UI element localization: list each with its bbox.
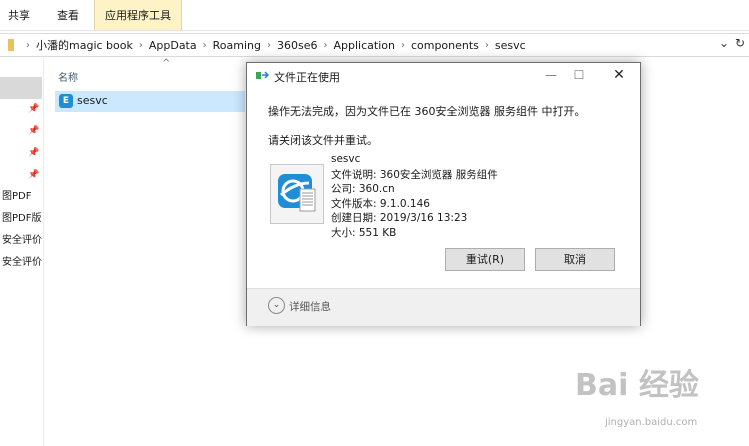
crumb-roaming[interactable]: Roaming bbox=[213, 39, 261, 52]
crumb-appdata[interactable]: AppData bbox=[149, 39, 197, 52]
file-company: 公司: 360.cn bbox=[331, 183, 395, 195]
file-preview-icon bbox=[270, 164, 324, 224]
retry-button[interactable]: 重试(R) bbox=[445, 248, 525, 271]
watermark-url: jingyan.baidu.com bbox=[605, 417, 698, 428]
file-in-use-dialog: 文件正在使用 — ☐ ✕ 操作无法完成，因为文件已在 360安全浏览器 服务组件… bbox=[246, 62, 641, 326]
column-header-name[interactable]: 名称 bbox=[58, 69, 78, 84]
app-file-icon: E bbox=[59, 94, 73, 108]
more-info-link[interactable]: 详细信息 bbox=[289, 299, 331, 314]
dialog-footer: ⌄ 详细信息 bbox=[247, 288, 640, 326]
ribbon-tabs: 共享 查看 应用程序工具 bbox=[0, 0, 749, 31]
file-description: 文件说明: 360安全浏览器 服务组件 bbox=[331, 169, 498, 181]
sort-caret-icon: ^ bbox=[162, 58, 171, 69]
nav-item[interactable]: 图PDF版 bbox=[2, 209, 43, 224]
close-button[interactable]: ✕ bbox=[607, 65, 631, 85]
360-browser-icon bbox=[278, 174, 316, 212]
folder-icon bbox=[8, 39, 14, 51]
nav-item[interactable]: 安全评价 bbox=[2, 253, 43, 268]
tab-share[interactable]: 共享 bbox=[0, 0, 38, 30]
nav-item[interactable]: 安全评价 bbox=[2, 231, 43, 246]
maximize-button[interactable]: ☐ bbox=[567, 65, 591, 85]
tab-app-tools[interactable]: 应用程序工具 bbox=[94, 0, 182, 30]
dialog-title: 文件正在使用 bbox=[274, 71, 340, 84]
chevron-right-icon: › bbox=[202, 39, 207, 51]
pin-icon: 📌 bbox=[28, 126, 40, 136]
tab-view[interactable]: 查看 bbox=[48, 0, 88, 30]
chevron-right-icon: › bbox=[138, 39, 143, 51]
crumb-sesvc[interactable]: sesvc bbox=[495, 39, 526, 52]
pin-icon: 📌 bbox=[28, 148, 40, 158]
crumb-application[interactable]: Application bbox=[333, 39, 394, 52]
nav-item[interactable]: 图PDF bbox=[2, 187, 43, 202]
chevron-right-icon: › bbox=[26, 39, 30, 51]
file-name-label: sesvc bbox=[331, 153, 361, 165]
chevron-down-icon[interactable]: ⌄ bbox=[719, 36, 729, 50]
navigation-pane: 📌 📌 📌 📌 图PDF 图PDF版 安全评价 安全评价 bbox=[0, 58, 44, 446]
refresh-icon[interactable]: ↻ bbox=[735, 36, 745, 50]
pin-icon: 📌 bbox=[28, 104, 40, 114]
address-bar[interactable]: › 小潘的magic book › AppData › Roaming › 36… bbox=[0, 33, 749, 57]
crumb-user[interactable]: 小潘的magic book bbox=[36, 37, 133, 53]
minimize-button[interactable]: — bbox=[539, 65, 563, 85]
file-row[interactable]: E sesvc bbox=[55, 91, 245, 112]
baidu-watermark-logo: Bai 经验 bbox=[575, 368, 699, 403]
file-created: 创建日期: 2019/3/16 13:23 bbox=[331, 212, 468, 224]
chevron-right-icon: › bbox=[323, 39, 328, 51]
cancel-button[interactable]: 取消 bbox=[535, 248, 615, 271]
file-version: 文件版本: 9.1.0.146 bbox=[331, 198, 430, 210]
pin-icon: 📌 bbox=[28, 170, 40, 180]
dialog-instruction: 请关闭该文件并重试。 bbox=[268, 134, 378, 147]
chevron-right-icon: › bbox=[400, 39, 405, 51]
chevron-right-icon: › bbox=[266, 39, 271, 51]
file-transfer-icon bbox=[256, 71, 269, 79]
dialog-message: 操作无法完成，因为文件已在 360安全浏览器 服务组件 中打开。 bbox=[268, 105, 586, 118]
chevron-down-icon[interactable]: ⌄ bbox=[268, 297, 285, 314]
chevron-right-icon: › bbox=[484, 39, 489, 51]
crumb-360se6[interactable]: 360se6 bbox=[277, 39, 318, 52]
nav-selected-item[interactable] bbox=[0, 77, 42, 99]
file-name: sesvc bbox=[77, 94, 108, 107]
breadcrumb: › 小潘的magic book › AppData › Roaming › 36… bbox=[8, 34, 526, 56]
file-size: 大小: 551 KB bbox=[331, 227, 397, 239]
crumb-components[interactable]: components bbox=[411, 39, 479, 52]
